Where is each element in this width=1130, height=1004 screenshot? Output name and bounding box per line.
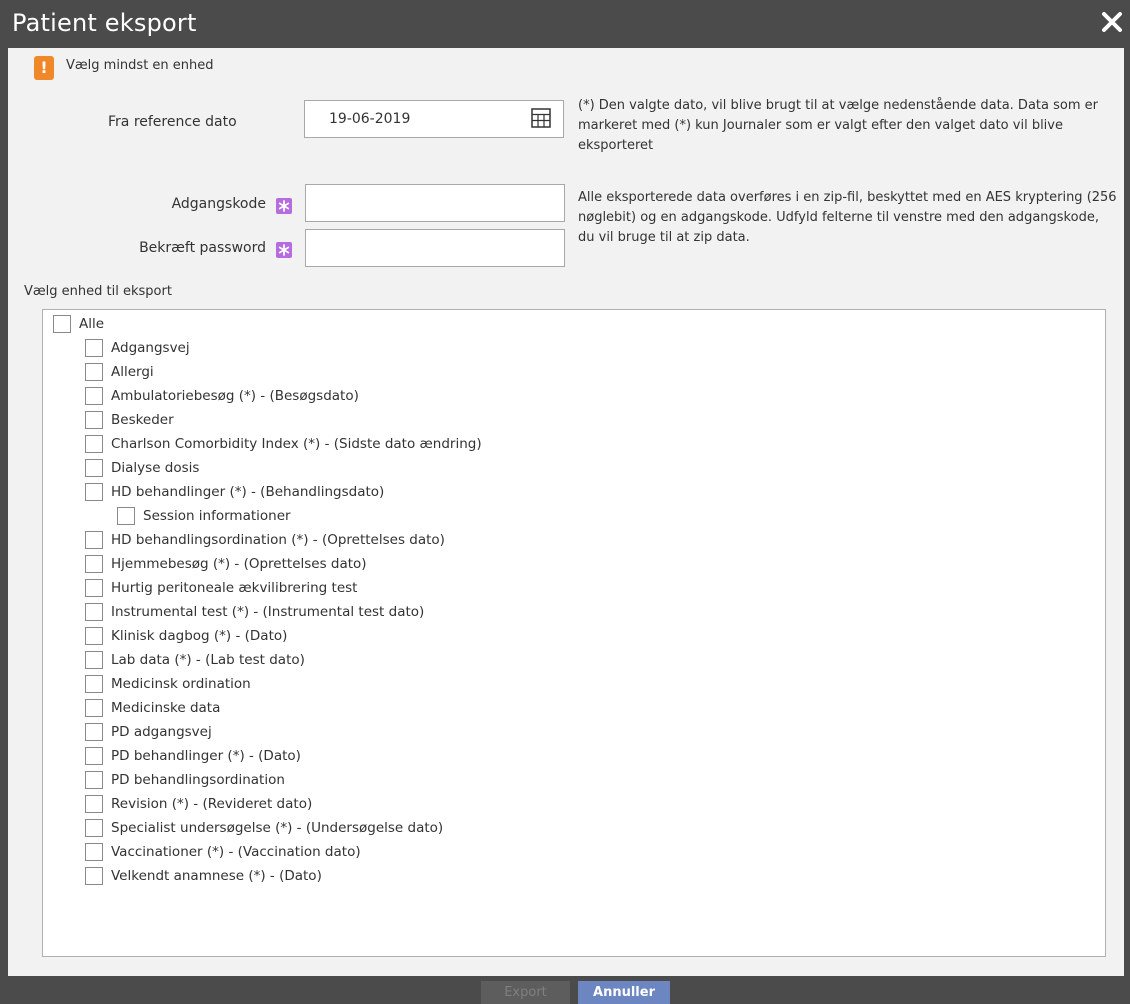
checkbox[interactable]: [85, 795, 103, 813]
dialog-titlebar: Patient eksport: [0, 0, 1130, 48]
checkbox[interactable]: [85, 603, 103, 621]
list-item-label: Velkendt anamnese (*) - (Dato): [111, 868, 322, 884]
list-item[interactable]: Ambulatoriebesøg (*) - (Besøgsdato): [85, 384, 359, 408]
checkbox[interactable]: [85, 771, 103, 789]
list-item-label: Session informationer: [143, 508, 291, 524]
list-item[interactable]: Dialyse dosis: [85, 456, 199, 480]
list-item-label: Ambulatoriebesøg (*) - (Besøgsdato): [111, 388, 359, 404]
list-item[interactable]: Vaccinationer (*) - (Vaccination dato): [85, 840, 361, 864]
list-item[interactable]: Hurtig peritoneale ækvilibrering test: [85, 576, 357, 600]
list-item-label: Hurtig peritoneale ækvilibrering test: [111, 580, 358, 596]
list-item-label: Adgangsvej: [111, 340, 190, 356]
checkbox[interactable]: [85, 483, 103, 501]
list-item-label: Allergi: [111, 364, 154, 380]
checkbox[interactable]: [85, 387, 103, 405]
confirm-password-input[interactable]: [305, 229, 565, 267]
list-item[interactable]: Charlson Comorbidity Index (*) - (Sidste…: [85, 432, 482, 456]
list-item-label: PD behandlinger (*) - (Dato): [111, 748, 301, 764]
list-item[interactable]: Hjemmebesøg (*) - (Oprettelses dato): [85, 552, 367, 576]
list-item-label: PD adgangsvej: [111, 724, 212, 740]
list-item-label: Instrumental test (*) - (Instrumental te…: [111, 604, 425, 620]
checkbox[interactable]: [85, 411, 103, 429]
checkbox[interactable]: [85, 459, 103, 477]
warning-icon: !: [34, 56, 54, 80]
dialog-border-left: [0, 48, 8, 976]
required-asterisk-icon: [276, 198, 292, 214]
list-item[interactable]: Beskeder: [85, 408, 174, 432]
list-item-label: PD behandlingsordination: [111, 772, 285, 788]
checkbox[interactable]: [53, 315, 71, 333]
list-item[interactable]: HD behandlinger (*) - (Behandlingsdato): [85, 480, 384, 504]
checkbox[interactable]: [85, 627, 103, 645]
list-item-label: HD behandlingsordination (*) - (Oprettel…: [111, 532, 445, 548]
confirm-password-label: Bekræft password: [139, 240, 266, 256]
checkbox[interactable]: [85, 555, 103, 573]
list-item[interactable]: Medicinske data: [85, 696, 220, 720]
dialog-border-right: [1124, 48, 1130, 976]
checkbox[interactable]: [85, 339, 103, 357]
required-asterisk-icon: [276, 242, 292, 258]
dialog-footer: Export Annuller: [0, 976, 1130, 1004]
list-item-label: Lab data (*) - (Lab test dato): [111, 652, 305, 668]
dialog-title: Patient eksport: [12, 9, 197, 37]
dialog-content: ! Vælg mindst en enhed Fra reference dat…: [8, 48, 1124, 976]
list-item[interactable]: Instrumental test (*) - (Instrumental te…: [85, 600, 424, 624]
list-item-label: Medicinske data: [111, 700, 221, 716]
checkbox[interactable]: [117, 507, 135, 525]
list-item-label: Dialyse dosis: [111, 460, 200, 476]
password-help-text: Alle eksporterede data overføres i en zi…: [578, 190, 1117, 245]
list-item[interactable]: PD adgangsvej: [85, 720, 212, 744]
list-item-sub[interactable]: Session informationer: [117, 504, 291, 528]
list-item[interactable]: Allergi: [85, 360, 154, 384]
list-item-label: Revision (*) - (Revideret dato): [111, 796, 313, 812]
list-item-label: Klinisk dagbog (*) - (Dato): [111, 628, 288, 644]
list-item[interactable]: Specialist undersøgelse (*) - (Undersøge…: [85, 816, 443, 840]
export-button[interactable]: Export: [481, 981, 570, 1004]
list-item[interactable]: HD behandlingsordination (*) - (Oprettel…: [85, 528, 445, 552]
list-item[interactable]: Klinisk dagbog (*) - (Dato): [85, 624, 287, 648]
reference-date-label: Fra reference dato: [108, 114, 237, 130]
list-item-label: Hjemmebesøg (*) - (Oprettelses dato): [111, 556, 367, 572]
list-item-label: Beskeder: [111, 412, 174, 428]
list-item-label: Alle: [79, 316, 105, 332]
checkbox[interactable]: [85, 867, 103, 885]
cancel-button[interactable]: Annuller: [578, 981, 670, 1004]
list-item[interactable]: PD behandlingsordination: [85, 768, 285, 792]
list-item[interactable]: Adgangsvej: [85, 336, 190, 360]
reference-date-input[interactable]: 19-06-2019: [304, 100, 564, 138]
list-item-label: Specialist undersøgelse (*) - (Undersøge…: [111, 820, 444, 836]
checkbox[interactable]: [85, 579, 103, 597]
export-section-label: Vælg enhed til eksport: [24, 284, 172, 299]
checkbox[interactable]: [85, 363, 103, 381]
list-item[interactable]: Lab data (*) - (Lab test dato): [85, 648, 305, 672]
warning-message: Vælg mindst en enhed: [66, 58, 214, 73]
checkbox[interactable]: [85, 435, 103, 453]
password-input[interactable]: [305, 184, 565, 222]
list-item-label: Charlson Comorbidity Index (*) - (Sidste…: [111, 436, 482, 452]
checkbox[interactable]: [85, 843, 103, 861]
export-entity-list: Alle Adgangsvej Allergi Ambulatoriebesøg…: [42, 309, 1106, 957]
list-item[interactable]: Revision (*) - (Revideret dato): [85, 792, 312, 816]
checkbox[interactable]: [85, 531, 103, 549]
list-item-all[interactable]: Alle: [53, 312, 104, 336]
calendar-icon[interactable]: [531, 108, 551, 128]
list-item-label: Vaccinationer (*) - (Vaccination dato): [111, 844, 361, 860]
checkbox[interactable]: [85, 699, 103, 717]
password-label: Adgangskode: [171, 196, 266, 212]
checkbox[interactable]: [85, 723, 103, 741]
close-icon[interactable]: [1098, 8, 1126, 36]
list-item-label: HD behandlinger (*) - (Behandlingsdato): [111, 484, 385, 500]
checkbox[interactable]: [85, 651, 103, 669]
list-item[interactable]: Velkendt anamnese (*) - (Dato): [85, 864, 322, 888]
date-help-text: (*) Den valgte dato, vil blive brugt til…: [578, 98, 1098, 153]
list-item-label: Medicinsk ordination: [111, 676, 251, 692]
list-item[interactable]: Medicinsk ordination: [85, 672, 251, 696]
checkbox[interactable]: [85, 675, 103, 693]
checkbox[interactable]: [85, 819, 103, 837]
checkbox[interactable]: [85, 747, 103, 765]
list-item[interactable]: PD behandlinger (*) - (Dato): [85, 744, 301, 768]
